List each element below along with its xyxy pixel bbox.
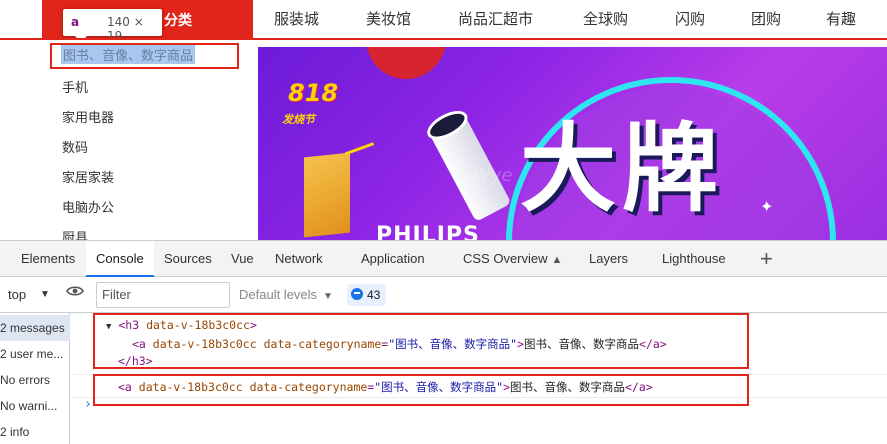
tab-lighthouse[interactable]: Lighthouse: [662, 241, 726, 277]
context-selector[interactable]: top ▼: [2, 283, 54, 307]
log-levels-dropdown[interactable]: Default levels ▼: [239, 282, 333, 308]
experiment-flask-icon: ▲: [551, 254, 563, 266]
category-item-appliances[interactable]: 家用电器: [62, 107, 114, 126]
add-tab-icon[interactable]: +: [760, 245, 773, 273]
tab-network[interactable]: Network: [275, 241, 323, 277]
console-sidebar: 2 messages 2 user me... No errors No war…: [0, 313, 70, 444]
nav-item-group-buy[interactable]: 团购: [751, 0, 781, 38]
tab-console[interactable]: Console: [86, 241, 154, 277]
webpage: 分类 a 140 × 19 服装城 美妆馆 尚品汇超市 全球购 闪购 团购 有趣…: [0, 0, 887, 240]
message-icon: [351, 288, 363, 300]
nav-item-fun[interactable]: 有趣: [826, 0, 856, 38]
nav-item-supermarket[interactable]: 尚品汇超市: [458, 0, 533, 38]
tab-elements[interactable]: Elements: [21, 241, 75, 277]
caret-down-icon: ▼: [40, 289, 50, 300]
product-box-image: [304, 152, 350, 238]
screen: 分类 a 140 × 19 服装城 美妆馆 尚品汇超市 全球购 闪购 团购 有趣…: [0, 0, 887, 444]
issues-badge[interactable]: 43: [347, 284, 387, 306]
highlight-box-category: [50, 43, 239, 69]
sidebar-item-messages[interactable]: 2 messages: [0, 315, 70, 341]
nav-item-fashion[interactable]: 服装城: [274, 0, 319, 38]
nav-item-flash-sale[interactable]: 闪购: [675, 0, 705, 38]
tab-layers[interactable]: Layers: [589, 241, 628, 277]
category-item-phones[interactable]: 手机: [62, 77, 88, 96]
sidebar-item-user-messages[interactable]: 2 user me...: [0, 341, 70, 367]
eye-icon[interactable]: [66, 285, 84, 297]
devtools-tab-bar: Elements Console Sources Vue Network App…: [0, 241, 887, 277]
promo-banner[interactable]: 818 发烧节 Wye 大牌 PHILIPS ✦: [258, 47, 887, 240]
sidebar-item-warnings[interactable]: No warni...: [0, 393, 70, 419]
console-prompt-icon[interactable]: ›: [84, 397, 92, 412]
event-logo: 818 发烧节: [282, 79, 339, 126]
nav-item-global[interactable]: 全球购: [583, 0, 628, 38]
category-header-title: 分类: [164, 13, 192, 29]
category-item-office[interactable]: 电脑办公: [62, 197, 114, 216]
top-nav: 服装城 美妆馆 尚品汇超市 全球购 闪购 团购 有趣: [253, 0, 887, 40]
tab-vue[interactable]: Vue: [231, 241, 254, 277]
filter-input[interactable]: Filter: [96, 282, 230, 308]
banner-brand: PHILIPS: [376, 223, 480, 240]
highlight-box-h3: [93, 313, 749, 369]
category-item-kitchen[interactable]: 厨具: [62, 227, 88, 240]
sidebar-item-errors[interactable]: No errors: [0, 367, 70, 393]
banner-faint-text: Wye: [473, 165, 513, 186]
fruit-bowl-image: [366, 47, 446, 79]
nav-item-beauty[interactable]: 美妆馆: [366, 0, 411, 38]
category-list: 图书、音像、数字商品 手机 家用电器 数码 家居家装 电脑办公 厨具: [42, 40, 258, 240]
category-item-home[interactable]: 家居家装: [62, 167, 114, 186]
banner-headline: 大牌: [520, 113, 724, 225]
tab-sources[interactable]: Sources: [164, 241, 212, 277]
highlight-box-a: [93, 374, 749, 406]
tab-application[interactable]: Application: [361, 241, 425, 277]
category-item-digital[interactable]: 数码: [62, 137, 88, 156]
element-inspector-tooltip: a 140 × 19: [63, 9, 162, 43]
tooltip-tag: a: [71, 15, 80, 29]
console-toolbar: top ▼ Filter Default levels ▼ 43: [0, 277, 887, 313]
tab-css-overview[interactable]: CSS Overview ▲: [463, 241, 562, 277]
sparkle-icon: ✦: [760, 197, 774, 216]
sidebar-item-info[interactable]: 2 info: [0, 419, 70, 444]
caret-down-icon: ▼: [323, 291, 333, 302]
